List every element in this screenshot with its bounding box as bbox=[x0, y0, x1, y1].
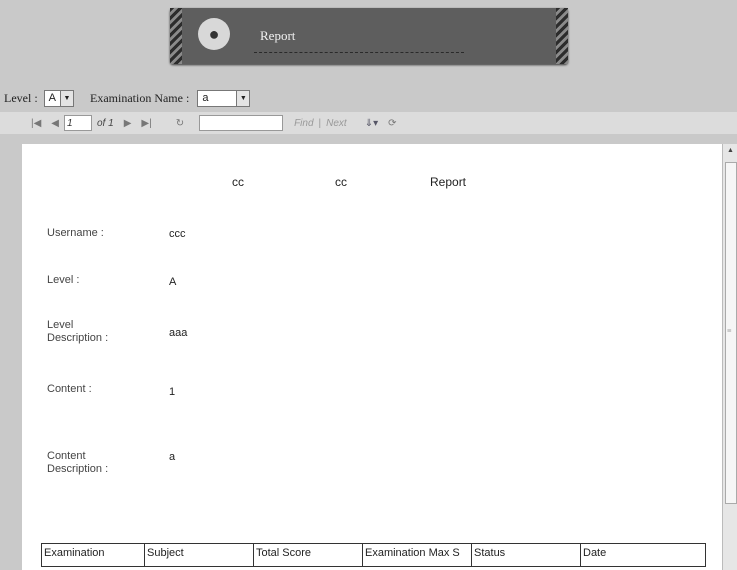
first-page-icon[interactable]: |◀ bbox=[26, 118, 46, 129]
chevron-down-icon: ▼ bbox=[60, 90, 73, 106]
report-header-col2: cc bbox=[335, 175, 347, 189]
last-page-icon[interactable]: ▶| bbox=[136, 118, 156, 129]
results-table-header-row: Examination Subject Total Score Examinat… bbox=[41, 543, 706, 567]
report-toolbar: |◀ ◀ 1 of 1 ▶ ▶| ↻ Find | Next ⇓▾ ⟳ bbox=[0, 112, 737, 134]
content-value: 1 bbox=[169, 386, 176, 398]
username-value: ccc bbox=[169, 228, 186, 240]
scrollbar-grip-icon: ≡ bbox=[727, 326, 732, 335]
report-scrollbar[interactable]: ▲ ≡ bbox=[722, 144, 737, 570]
level-field-label: Level : bbox=[47, 274, 80, 286]
exam-name-label: Examination Name : bbox=[90, 90, 190, 105]
report-header-title: Report bbox=[430, 175, 467, 189]
banner-title: Report bbox=[260, 28, 296, 43]
col-exam-max-score: Examination Max S bbox=[362, 543, 472, 567]
next-link[interactable]: Next bbox=[321, 118, 352, 129]
fish-logo-icon: ● bbox=[198, 18, 230, 50]
level-select[interactable]: A ▼ bbox=[43, 89, 74, 107]
filter-bar: Level : A ▼ Examination Name : a ▼ bbox=[4, 88, 251, 108]
report-viewer: cc cc Report Username : ccc Level : A Le… bbox=[22, 144, 722, 570]
banner-right-edge bbox=[556, 8, 568, 64]
chevron-down-icon: ▼ bbox=[236, 90, 250, 106]
back-icon[interactable]: ↻ bbox=[171, 118, 189, 129]
page-count: of 1 bbox=[97, 117, 114, 129]
content-description-value: a bbox=[169, 451, 176, 463]
level-label: Level : bbox=[4, 90, 38, 105]
level-select-value: A bbox=[48, 92, 56, 104]
refresh-icon[interactable]: ⟳ bbox=[383, 118, 401, 129]
export-icon[interactable]: ⇓▾ bbox=[360, 118, 383, 129]
report-header-col1: cc bbox=[232, 175, 244, 189]
level-description-value: aaa bbox=[169, 327, 188, 339]
content-label: Content : bbox=[47, 383, 92, 395]
banner-dotted-line bbox=[254, 52, 464, 53]
scroll-up-icon[interactable]: ▲ bbox=[727, 146, 734, 154]
col-examination: Examination bbox=[41, 543, 145, 567]
exam-name-select[interactable]: a ▼ bbox=[197, 89, 251, 107]
find-link[interactable]: Find bbox=[289, 118, 318, 129]
prev-page-icon[interactable]: ◀ bbox=[46, 118, 64, 129]
page-number-input[interactable]: 1 bbox=[64, 115, 92, 131]
content-description-label: Content Description : bbox=[47, 450, 109, 475]
col-date: Date bbox=[580, 543, 706, 567]
col-status: Status bbox=[471, 543, 581, 567]
level-field-value: A bbox=[169, 276, 177, 288]
exam-name-select-value: a bbox=[202, 92, 209, 104]
col-total-score: Total Score bbox=[253, 543, 363, 567]
find-input[interactable] bbox=[199, 115, 284, 131]
username-label: Username : bbox=[47, 227, 104, 239]
banner-left-edge bbox=[170, 8, 182, 64]
results-table: Examination Subject Total Score Examinat… bbox=[41, 543, 706, 567]
col-subject: Subject bbox=[144, 543, 254, 567]
next-page-icon[interactable]: ▶ bbox=[119, 118, 137, 129]
level-description-label: Level Description : bbox=[47, 319, 109, 344]
report-banner: ● Report bbox=[170, 8, 568, 64]
